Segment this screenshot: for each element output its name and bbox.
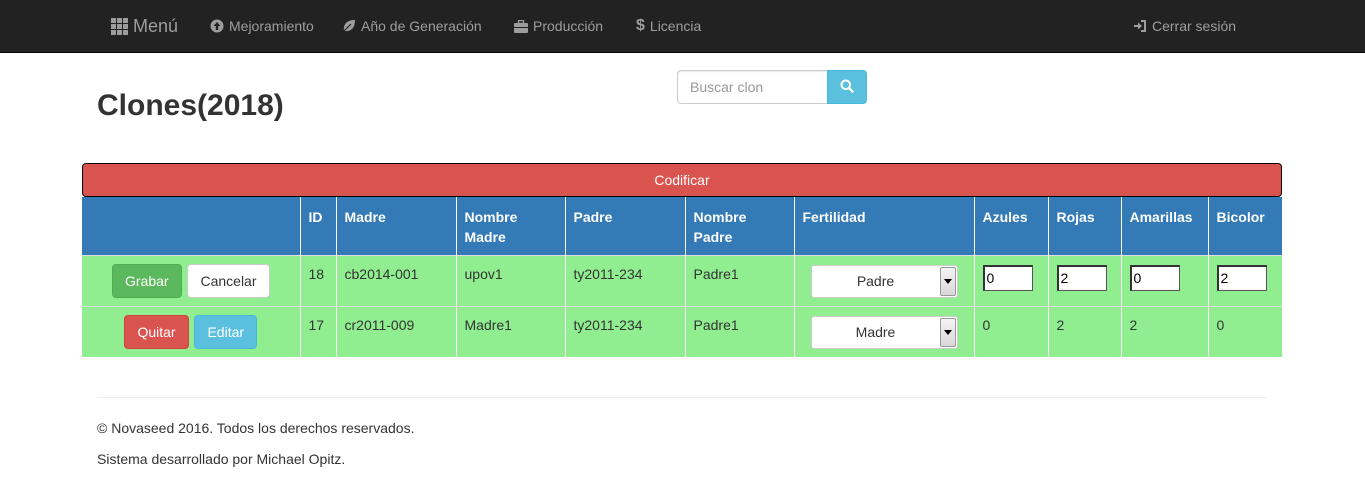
footer-divider [97,397,1267,398]
fertilidad-select[interactable]: Madre [810,315,958,349]
header-actions [82,197,300,255]
cell-nombre-madre: upov1 [455,254,565,306]
bicolor-input[interactable] [1216,264,1267,291]
rojas-input[interactable] [1056,264,1107,291]
table-header-row: ID Madre Nombre Madre Padre Nombre Padre… [82,197,1282,255]
cell-padre: ty2011-234 [564,305,685,357]
header-nombre-madre: Nombre Madre [455,197,565,255]
header-azules: Azules [973,197,1048,255]
cell-madre: cb2014-001 [335,254,456,306]
nav-item-produccion[interactable]: Producción [514,0,603,52]
cell-padre: ty2011-234 [564,254,685,306]
table-row: Quitar Editar 17 cr2011-009 Madre1 ty201… [82,305,1282,357]
header-fertilidad: Fertilidad [793,197,974,255]
editar-button[interactable]: Editar [194,314,258,349]
search-input[interactable] [677,70,828,104]
grabar-button[interactable]: Grabar [112,263,182,298]
cell-madre: cr2011-009 [335,305,456,357]
quitar-button[interactable]: Quitar [124,314,189,349]
cell-fertilidad: Madre [793,305,974,357]
nav-item-mejoramiento[interactable]: Mejoramiento [210,0,314,52]
cell-fertilidad: Padre [793,254,974,306]
cell-nombre-madre: Madre1 [455,305,565,357]
footer-copyright: © Novaseed 2016. Todos los derechos rese… [97,420,415,436]
nav-item-label: Producción [533,18,604,34]
nav-item-label: Licencia [649,18,702,34]
cell-amarillas: 2 [1120,305,1208,357]
logout-link[interactable]: Cerrar sesión [1133,0,1236,52]
clones-table: ID Madre Nombre Madre Padre Nombre Padre… [82,197,1282,357]
nav-brand-label: Menú [133,15,179,36]
search-button[interactable] [827,70,867,104]
log-in-icon [1133,19,1147,33]
fertilidad-select-value: Padre [856,273,895,289]
header-rojas: Rojas [1047,197,1121,255]
cell-rojas [1047,254,1121,306]
cell-nombre-padre: Padre1 [684,254,794,306]
header-id: ID [299,197,336,255]
cell-amarillas [1120,254,1208,306]
chevron-down-icon [939,266,956,296]
cell-id: 17 [299,305,336,357]
fertilidad-select-value: Madre [855,324,896,340]
leaf-icon [342,19,356,33]
cell-rojas: 2 [1047,305,1121,357]
cell-bicolor: 0 [1207,305,1282,357]
cell-id: 18 [299,254,336,306]
dollar-icon: $ [636,17,645,34]
top-navbar: Menú Mejoramiento Año de Generación Prod… [0,0,1365,53]
nav-item-label: Año de Generación [361,18,482,34]
cell-bicolor [1207,254,1282,306]
grid-icon [111,17,128,35]
briefcase-icon [514,19,528,33]
header-amarillas: Amarillas [1120,197,1208,255]
search-icon [840,79,854,96]
circle-arrow-up-icon [210,19,224,33]
header-bicolor: Bicolor [1207,197,1282,255]
header-madre: Madre [335,197,456,255]
nav-item-ano-generacion[interactable]: Año de Generación [342,0,482,52]
azules-input[interactable] [982,264,1033,291]
table-row: Grabar Cancelar 18 cb2014-001 upov1 ty20… [82,254,1282,306]
cell-azules: 0 [973,305,1048,357]
row-actions: Grabar Cancelar [82,254,300,306]
cell-azules [973,254,1048,306]
nav-item-label: Mejoramiento [229,18,314,34]
cancelar-button[interactable]: Cancelar [187,263,270,298]
header-padre: Padre [564,197,685,255]
row-actions: Quitar Editar [82,305,300,357]
nav-item-licencia[interactable]: $ Licencia [636,0,701,52]
amarillas-input[interactable] [1129,264,1180,291]
codificar-button[interactable]: Codificar [82,163,1282,197]
footer-credits: Sistema desarrollado por Michael Opitz. [97,451,346,467]
cell-nombre-padre: Padre1 [684,305,794,357]
logout-label: Cerrar sesión [1152,18,1237,34]
chevron-down-icon [939,317,956,347]
header-nombre-padre: Nombre Padre [684,197,794,255]
nav-menu-brand[interactable]: Menú [111,0,178,52]
page-title: Clones(2018) [97,89,284,122]
fertilidad-select[interactable]: Padre [810,264,958,298]
